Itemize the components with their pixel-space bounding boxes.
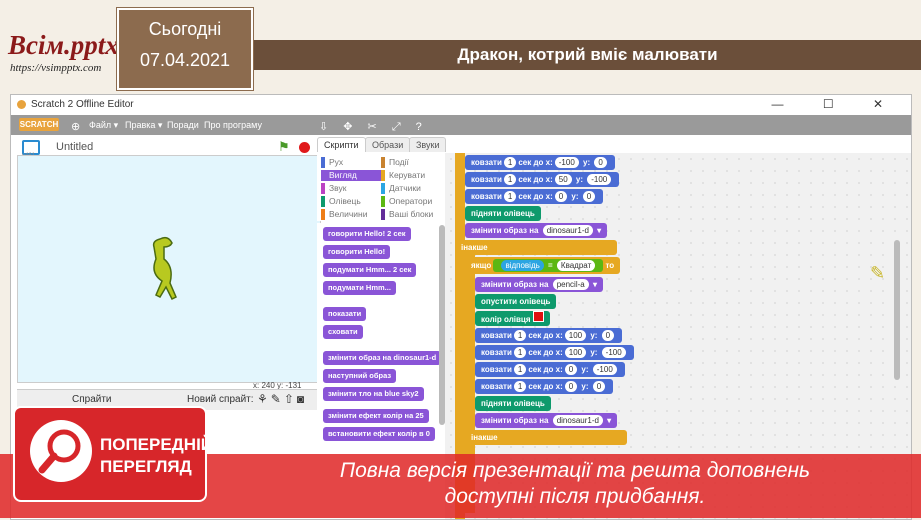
category-motion[interactable]: Рух	[321, 157, 343, 168]
glide-block[interactable]: ковзати 1 сек до x: 50 y: -100	[465, 172, 620, 187]
category-looks[interactable]: Вигляд	[321, 170, 381, 181]
pen-color-block[interactable]: колір олівця	[475, 311, 550, 326]
palette-block[interactable]: подумати Hmm... 2 сек	[323, 263, 417, 277]
category-pen[interactable]: Олівець	[321, 196, 361, 207]
new-sprite-label: Новий спрайт:	[187, 394, 254, 405]
tab-sounds[interactable]: Звуки	[409, 137, 447, 152]
stage-header: v461 Untitled ⚑	[16, 137, 316, 159]
date-label: Сьогодні	[148, 19, 222, 39]
glide-block[interactable]: ковзати 1 сек до x: 100 y: 0	[475, 328, 623, 343]
preview-label: ПОПЕРЕДНІЙ ПЕРЕГЛЯД	[100, 434, 213, 478]
preview-line2: ПЕРЕГЛЯД	[100, 457, 192, 476]
window-title: Scratch 2 Offline Editor	[31, 99, 134, 110]
menu-bar: SCRATCH ⊕ Файл ▾ Правка ▾ Поради Про про…	[11, 115, 911, 135]
menu-edit[interactable]: Правка ▾	[125, 120, 162, 131]
palette-block[interactable]: наступний образ	[323, 369, 397, 383]
switch-costume-block[interactable]: змінити образ на pencil-a ▾	[475, 277, 603, 292]
project-name[interactable]: Untitled	[56, 141, 93, 153]
new-sprite-icons[interactable]: ⚘✎⇧◙	[257, 392, 307, 406]
palette-block[interactable]: показати	[323, 307, 367, 321]
menu-tips[interactable]: Поради	[167, 120, 199, 130]
date-value: 07.04.2021	[139, 50, 231, 70]
palette-block[interactable]: говорити Hello!	[323, 245, 391, 259]
date-box: Сьогодні 07.04.2021	[117, 8, 253, 90]
scripts-scrollbar[interactable]	[894, 240, 900, 380]
sprite-thumb-icon: ✎	[870, 263, 886, 283]
menu-file[interactable]: Файл ▾	[89, 120, 118, 131]
tab-scripts[interactable]: Скрипти	[317, 137, 366, 152]
category-operators[interactable]: Оператори	[381, 196, 432, 207]
window-titlebar: Scratch 2 Offline Editor — ☐ ✕	[11, 95, 911, 115]
switch-costume-block[interactable]: змінити образ на dinosaur1-d ▾	[475, 413, 618, 428]
sprites-bar: Спрайти Новий спрайт: ⚘✎⇧◙	[17, 389, 319, 410]
stage[interactable]	[17, 155, 321, 383]
palette-block[interactable]: подумати Hmm...	[323, 281, 396, 295]
slide-title: Дракон, котрий вміє малювати	[254, 40, 921, 70]
tab-costumes[interactable]: Образи	[365, 137, 411, 152]
pen-up-block[interactable]: підняти олівець	[465, 206, 541, 221]
preview-line1: ПОПЕРЕДНІЙ	[100, 435, 214, 454]
pen-up-block[interactable]: підняти олівець	[475, 396, 551, 411]
category-data[interactable]: Величини	[321, 209, 367, 220]
palette-block[interactable]: змінити ефект колір на 25	[323, 409, 429, 423]
dinosaur-sprite[interactable]	[142, 234, 182, 304]
glide-block[interactable]: ковзати 1 сек до x: 0 y: 0	[475, 379, 614, 394]
category-more-blocks[interactable]: Ваші блоки	[381, 209, 433, 220]
glide-block[interactable]: ковзати 1 сек до x: -100 y: 0	[465, 155, 615, 170]
banner-line1: Повна версія презентації та решта доповн…	[339, 459, 811, 482]
sprites-label: Спрайти	[72, 394, 112, 405]
category-sound[interactable]: Звук	[321, 183, 346, 194]
globe-icon[interactable]: ⊕	[71, 120, 80, 133]
site-logo: Всім.pptx	[8, 30, 119, 60]
scratch-cat-icon	[17, 100, 26, 109]
palette-block[interactable]: встановити ефект колір в 0	[323, 427, 435, 441]
glide-block[interactable]: ковзати 1 сек до x: 100 y: -100	[475, 345, 634, 360]
search-icon	[38, 429, 81, 474]
scratch-logo[interactable]: SCRATCH	[19, 118, 59, 131]
else-block[interactable]: інакше	[465, 430, 627, 445]
banner-line2: доступні після придбання.	[444, 485, 706, 508]
glide-block[interactable]: ковзати 1 сек до x: 0 y: 0	[465, 189, 604, 204]
menu-about[interactable]: Про програму	[204, 120, 262, 130]
if-block[interactable]: якщо відповідь = Квадрат то	[465, 257, 621, 274]
category-control[interactable]: Керувати	[381, 170, 425, 181]
toolbar-icons[interactable]: ⇩ ✥ ✂ ⤢ ?	[319, 120, 428, 134]
site-url: https://vsimpptx.com	[10, 62, 102, 74]
palette-block[interactable]: сховати	[323, 325, 363, 339]
green-flag-icon[interactable]: ⚑	[278, 139, 290, 155]
window-controls[interactable]: — ☐ ✕	[772, 97, 901, 111]
else-block[interactable]: інакше	[455, 240, 617, 255]
pen-down-block[interactable]: опустити олівець	[475, 294, 557, 309]
block-categories: Рух Вигляд Звук Олівець Величини Події К…	[317, 153, 443, 221]
palette-block[interactable]: говорити Hello! 2 сек	[323, 227, 411, 241]
preview-circle	[30, 420, 92, 482]
category-sensing[interactable]: Датчики	[381, 183, 421, 194]
palette-block[interactable]: змінити тло на blue sky2	[323, 387, 424, 401]
glide-block[interactable]: ковзати 1 сек до x: 0 y: -100	[475, 362, 625, 377]
stop-icon[interactable]	[299, 142, 310, 153]
banner-text: Повна версія презентації та решта доповн…	[250, 458, 900, 510]
category-events[interactable]: Події	[381, 157, 409, 168]
switch-costume-block[interactable]: змінити образ на dinosaur1-d ▾	[465, 223, 608, 238]
palette-block[interactable]: змінити образ на dinosaur1-d	[323, 351, 442, 365]
editor-tabs: Скрипти Образи Звуки	[317, 135, 447, 153]
